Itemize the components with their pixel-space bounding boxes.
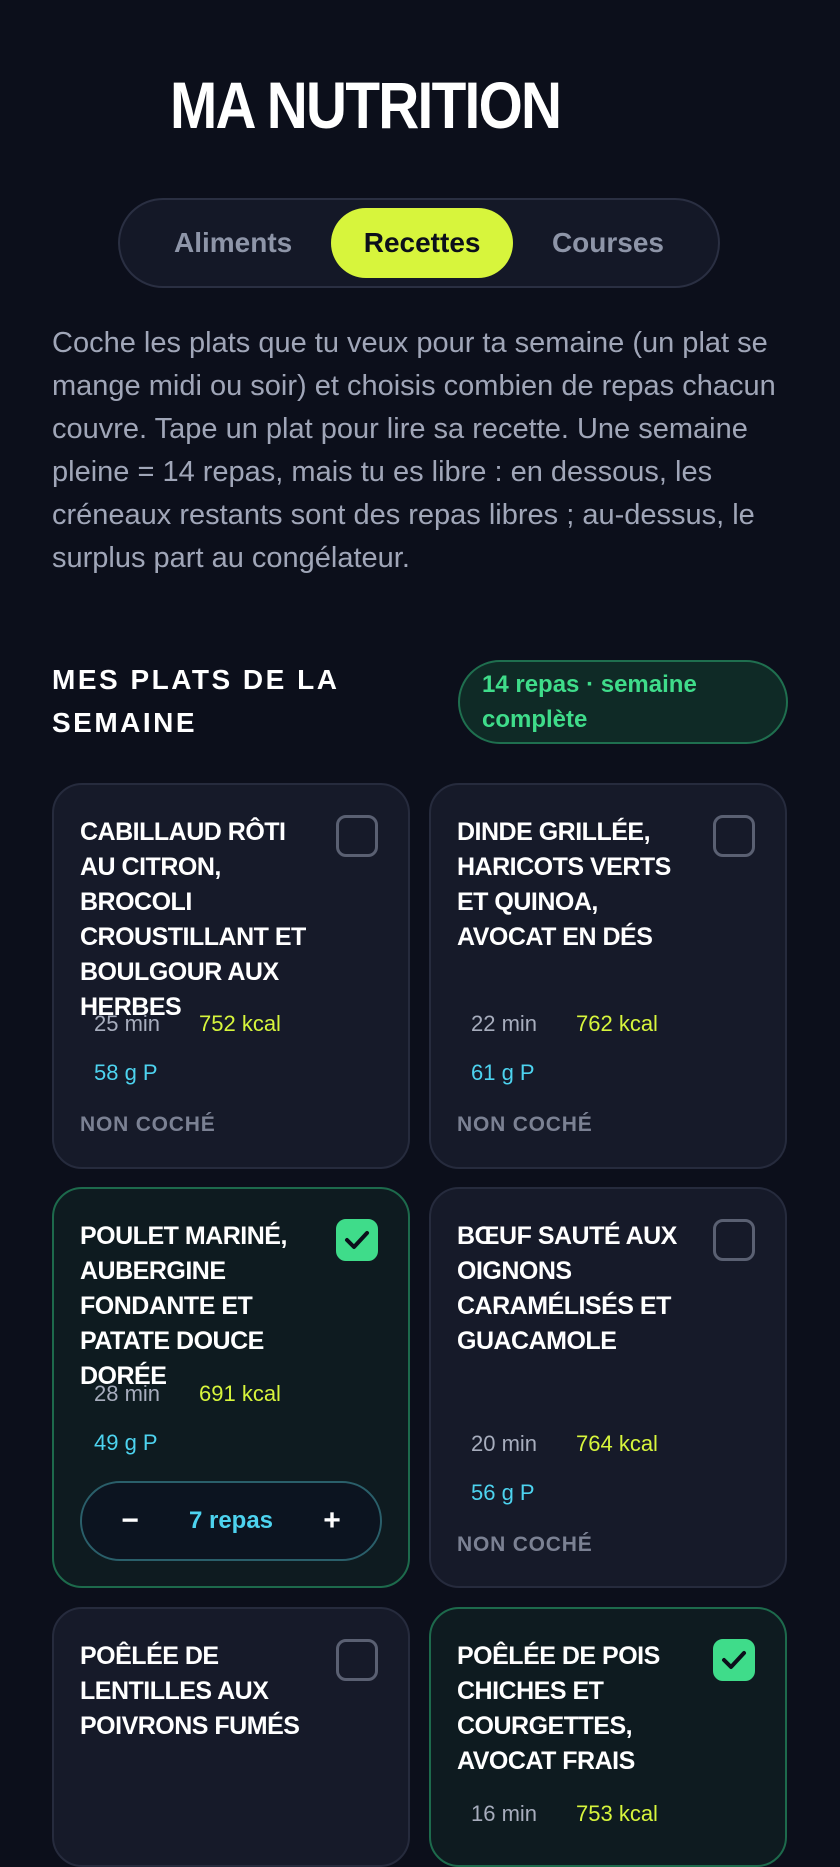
meal-card-pois-chiches[interactable]: Poêlée de pois chiches et courgettes, av… — [429, 1607, 787, 1867]
meal-title: Dinde grillée, haricots verts et quinoa,… — [457, 818, 671, 951]
tab-recettes[interactable]: Recettes — [330, 208, 514, 278]
meal-kcal: 753 kcal — [576, 1801, 658, 1826]
check-icon — [722, 1651, 746, 1669]
meal-protein: 56 g P — [471, 1480, 535, 1505]
meal-time: 20 min — [471, 1431, 538, 1456]
meal-card-lentilles[interactable]: Poêlée de lentilles aux poivrons fumés — [52, 1607, 410, 1867]
servings-value: 7 repas — [188, 1507, 274, 1534]
meal-checkbox[interactable] — [713, 1219, 755, 1261]
intro-text: Coche les plats que tu veux pour ta sema… — [52, 327, 776, 574]
meal-checkbox[interactable] — [713, 1639, 755, 1681]
meal-kcal: 764 kcal — [576, 1431, 658, 1456]
meal-kcal: 752 kcal — [199, 1011, 281, 1036]
meal-checkbox[interactable] — [336, 1639, 378, 1681]
meal-title: Poulet mariné, aubergine fondante et pat… — [80, 1222, 287, 1390]
meal-protein: 58 g P — [94, 1060, 158, 1085]
meal-card-cabillaud[interactable]: Cabillaud rôti au citron, brocoli croust… — [52, 783, 410, 1169]
meal-protein: 49 g P — [94, 1430, 158, 1455]
meal-time: 16 min — [471, 1801, 538, 1826]
tab-courses[interactable]: Courses — [526, 208, 690, 278]
meal-checkbox[interactable] — [336, 1219, 378, 1261]
meal-title: Poêlée de pois chiches et courgettes, av… — [457, 1642, 660, 1775]
servings-stepper: − 7 repas + — [80, 1481, 382, 1561]
meals-count-badge: 14 repas · semaine complète — [458, 660, 788, 744]
meal-time: 25 min — [94, 1011, 161, 1036]
tab-bar: Aliments Recettes Courses — [118, 198, 720, 288]
section-title: MES PLATS DE LA SEMAINE — [52, 664, 339, 738]
meal-kcal: 762 kcal — [576, 1011, 658, 1036]
meal-checkbox[interactable] — [336, 815, 378, 857]
meal-status: NON COCHÉ — [457, 1113, 593, 1136]
meal-kcal: 691 kcal — [199, 1381, 281, 1406]
meal-status: NON COCHÉ — [80, 1113, 216, 1136]
meal-protein: 61 g P — [471, 1060, 535, 1085]
decrement-button[interactable]: − — [110, 1501, 150, 1541]
meal-status: NON COCHÉ — [457, 1533, 593, 1556]
tab-aliments[interactable]: Aliments — [148, 208, 318, 278]
meal-checkbox[interactable] — [713, 815, 755, 857]
meal-time: 22 min — [471, 1011, 538, 1036]
meal-card-poulet[interactable]: Poulet mariné, aubergine fondante et pat… — [52, 1187, 410, 1588]
meal-card-dinde[interactable]: Dinde grillée, haricots verts et quinoa,… — [429, 783, 787, 1169]
meal-title: Bœuf sauté aux oignons caramélisés et gu… — [457, 1222, 677, 1355]
check-icon — [345, 1231, 369, 1249]
meal-title: Cabillaud rôti au citron, brocoli croust… — [80, 818, 306, 1021]
page-title: MA NUTRITION — [170, 68, 562, 142]
meal-card-boeuf[interactable]: Bœuf sauté aux oignons caramélisés et gu… — [429, 1187, 787, 1588]
meal-time: 28 min — [94, 1381, 161, 1406]
increment-button[interactable]: + — [312, 1501, 352, 1541]
meal-title: Poêlée de lentilles aux poivrons fumés — [80, 1642, 300, 1740]
